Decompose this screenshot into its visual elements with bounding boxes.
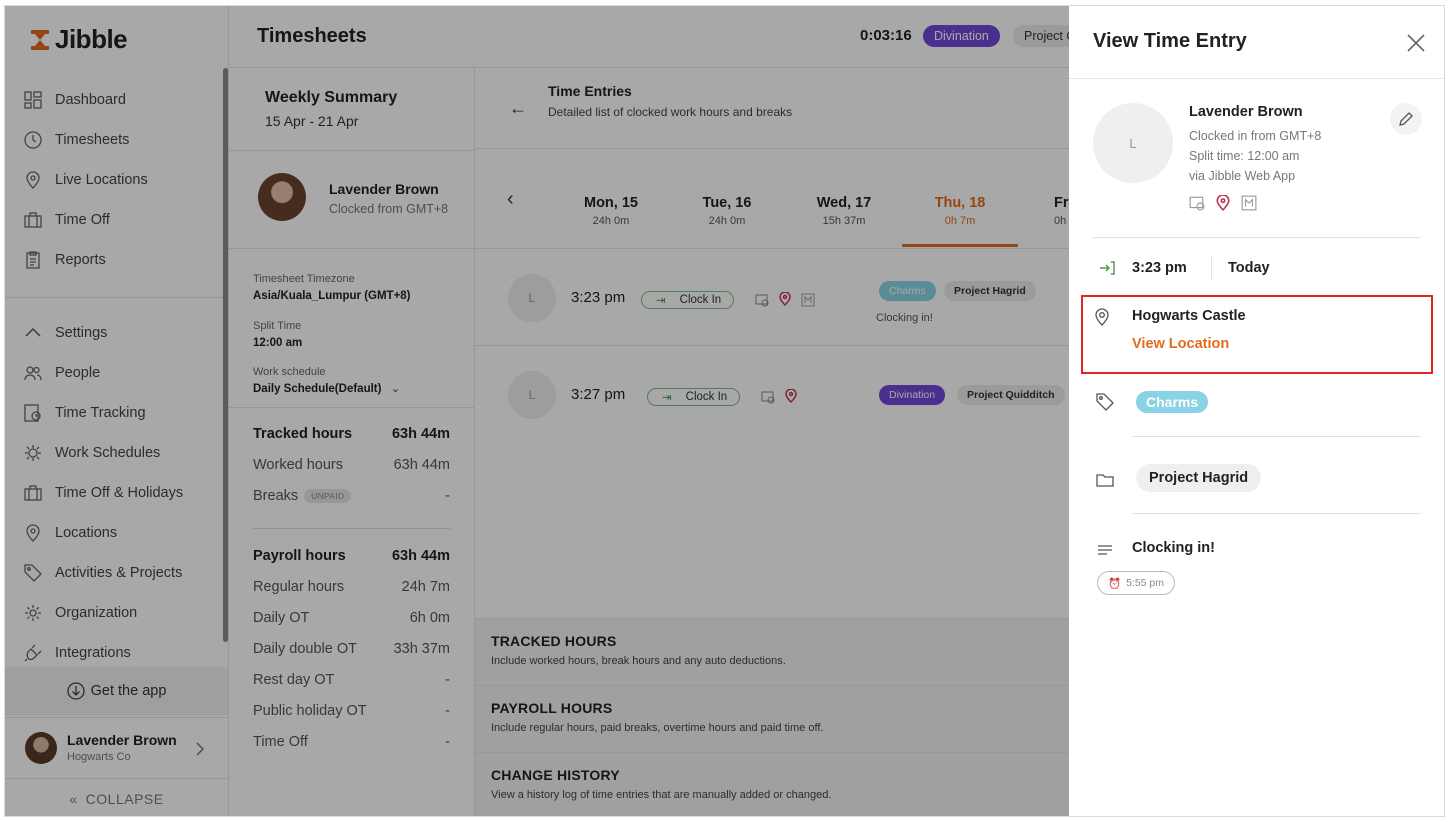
project-chip[interactable]: Project Hagrid (1136, 464, 1262, 492)
drawer-title: View Time Entry (1093, 30, 1247, 52)
note-time: 5:55 pm (1126, 577, 1165, 589)
close-icon[interactable] (1405, 32, 1427, 54)
entry-note: Clocking in! (1132, 540, 1215, 556)
divider (1132, 513, 1421, 514)
app-window: Jibble Dashboard Timesheets Live Locatio… (4, 5, 1445, 817)
tag-icon (1096, 393, 1114, 411)
source-app: via Jibble Web App (1189, 169, 1296, 183)
divider (1211, 257, 1212, 279)
divider (1132, 436, 1421, 437)
clocked-from: Clocked in from GMT+8 (1189, 129, 1322, 143)
entry-meta: Clocked in from GMT+8 Split time: 12:00 … (1189, 126, 1321, 186)
divider (1093, 237, 1421, 238)
location-name: Hogwarts Castle (1132, 308, 1246, 324)
highlight-box (1081, 295, 1433, 374)
modal-backdrop[interactable] (5, 6, 1069, 816)
edit-button[interactable] (1390, 103, 1422, 135)
divider (1069, 78, 1444, 79)
view-time-entry-drawer: View Time Entry L Lavender Brown Clocked… (1069, 6, 1444, 816)
clock-in-icon (1100, 261, 1115, 275)
entry-source-icons (1189, 195, 1257, 211)
entry-time: 3:23 pm (1132, 260, 1187, 276)
entry-date: Today (1228, 260, 1270, 276)
avatar: L (1093, 103, 1173, 183)
view-location-link[interactable]: View Location (1132, 336, 1229, 352)
folder-icon (1096, 474, 1114, 487)
web-app-icon (1189, 196, 1205, 211)
pencil-icon (1399, 112, 1413, 126)
map-pin-icon (1095, 308, 1109, 326)
manual-entry-icon (1241, 195, 1257, 211)
bell-icon: ⏰ (1108, 577, 1122, 590)
member-name: Lavender Brown (1189, 104, 1303, 120)
activity-chip[interactable]: Charms (1136, 391, 1209, 413)
split-time: Split time: 12:00 am (1189, 149, 1300, 163)
note-timestamp: ⏰ 5:55 pm (1097, 571, 1176, 595)
location-pin-icon (1216, 195, 1230, 211)
notes-icon (1098, 545, 1112, 555)
